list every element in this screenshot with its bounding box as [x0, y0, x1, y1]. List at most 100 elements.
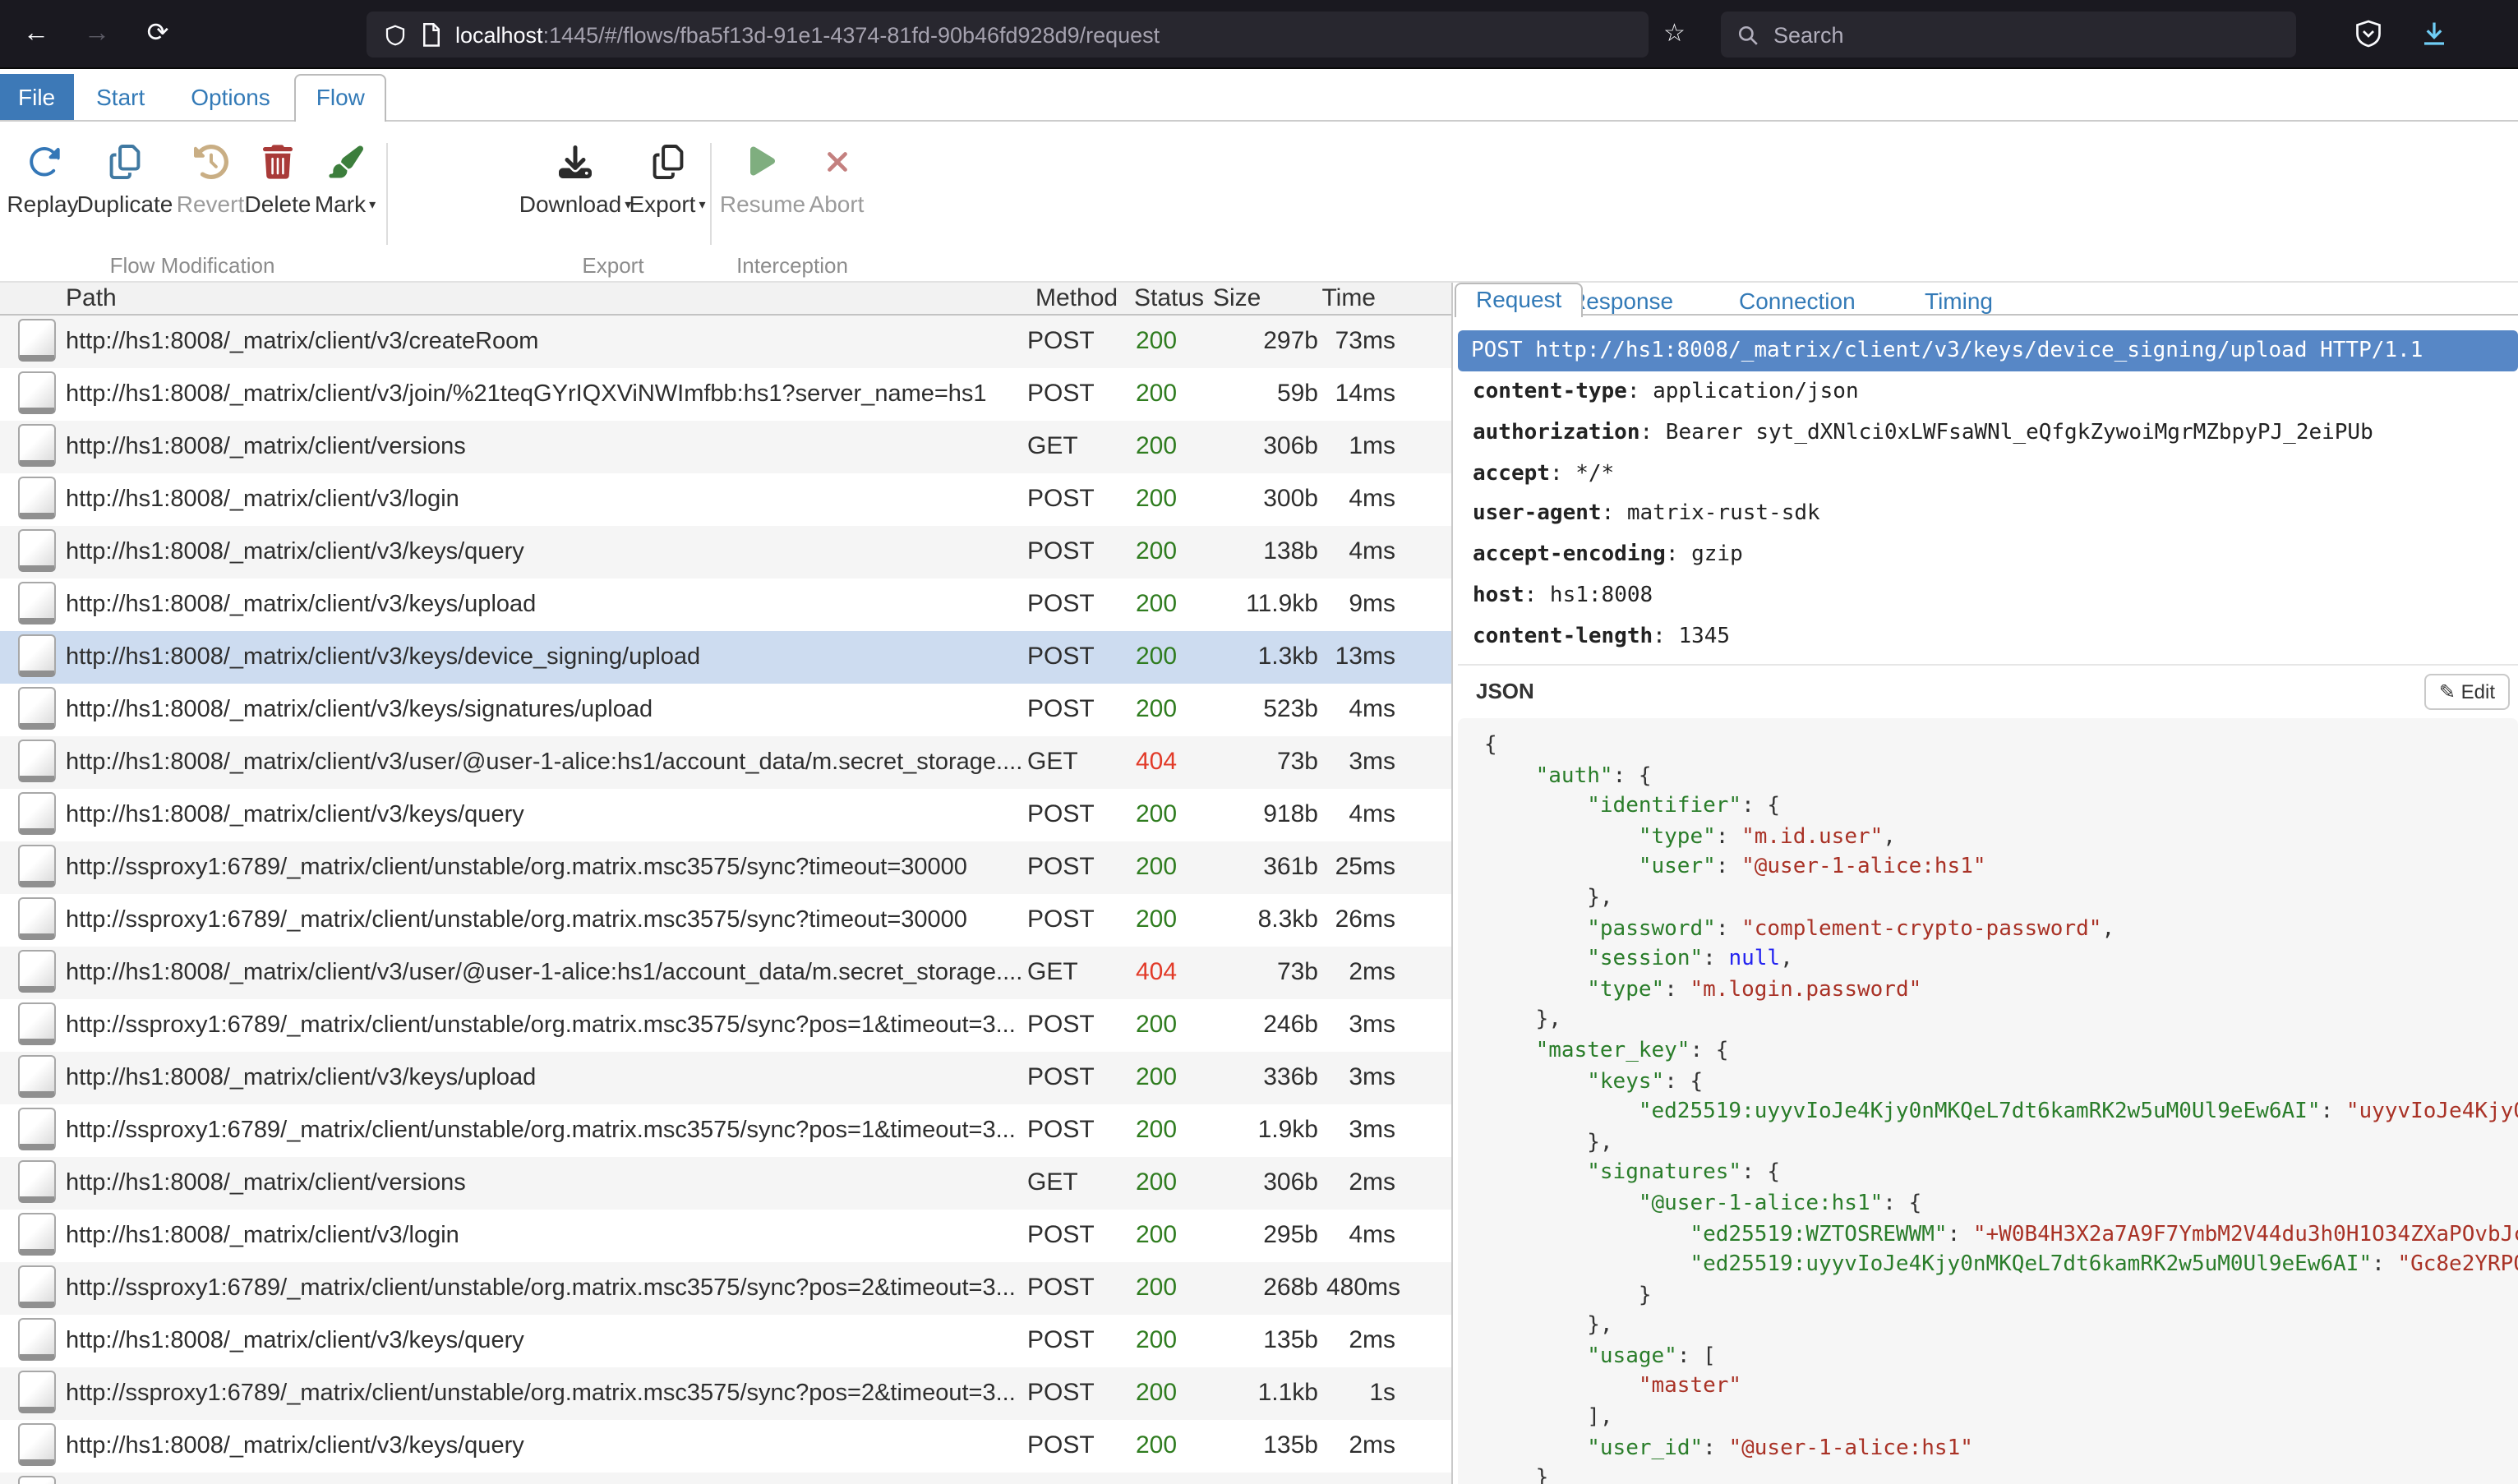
back-icon[interactable]: ←: [13, 0, 59, 69]
flow-path: http://hs1:8008/_matrix/client/v3/login: [66, 1210, 1024, 1262]
header-value: : Bearer syt_dXNlci0xLWFsaWNl_eQfgkZywoi…: [1640, 421, 2373, 445]
flow-row[interactable]: http://hs1:8008/_matrix/client/v3/create…: [0, 316, 1451, 368]
flow-doc-icon: [18, 897, 56, 940]
url-host: localhost: [455, 22, 543, 47]
flow-status: 200: [1136, 1262, 1177, 1315]
menu-start[interactable]: Start: [96, 74, 145, 120]
header-line: accept: */*: [1473, 454, 2518, 495]
flow-time: 2ms: [1326, 1315, 1395, 1367]
caret-down-icon: ▾: [369, 197, 376, 212]
abort-button[interactable]: Abort: [758, 143, 915, 217]
export-icon: [652, 143, 683, 179]
flow-row[interactable]: http://hs1:8008/_matrix/client/v3/keys/u…: [0, 578, 1451, 631]
column-header-path[interactable]: Path: [66, 283, 117, 314]
flow-row[interactable]: http://ssproxy1:6789/_matrix/client/unst…: [0, 1104, 1451, 1157]
downloads-icon[interactable]: [2419, 18, 2449, 58]
flow-row[interactable]: http://ssproxy1:6789/_matrix/client/unst…: [0, 999, 1451, 1052]
header-line: accept-encoding: gzip: [1473, 536, 2518, 577]
request-headers: content-type: application/jsonauthorizat…: [1473, 373, 2518, 658]
tab-request[interactable]: Request: [1455, 283, 1583, 317]
flow-row-partial[interactable]: [0, 1472, 1451, 1484]
flow-size: 1.1kb: [1216, 1367, 1318, 1420]
flow-size: 73b: [1216, 736, 1318, 789]
mark-label: Mark▾: [315, 191, 376, 217]
edit-icon: ✎: [2439, 680, 2456, 703]
flow-doc-icon: [18, 1476, 56, 1484]
flow-status: 200: [1136, 1420, 1177, 1472]
search-icon: [1737, 24, 1759, 45]
flow-size: 246b: [1216, 999, 1318, 1052]
json-line: "type": "m.id.user",: [1484, 823, 2518, 854]
flow-size: 523b: [1216, 684, 1318, 736]
header-line: authorization: Bearer syt_dXNlci0xLWFsaW…: [1473, 414, 2518, 455]
menu-options[interactable]: Options: [191, 74, 270, 120]
flow-row[interactable]: http://ssproxy1:6789/_matrix/client/unst…: [0, 841, 1451, 894]
flow-method: POST: [1027, 316, 1095, 368]
column-header-size[interactable]: Size: [1213, 283, 1261, 314]
column-header-status[interactable]: Status: [1134, 283, 1204, 314]
json-line: {: [1484, 731, 2518, 762]
reload-icon[interactable]: ⟳: [135, 0, 181, 69]
request-line[interactable]: POST http://hs1:8008/_matrix/client/v3/k…: [1458, 330, 2518, 371]
search-input[interactable]: [1770, 21, 2280, 48]
column-header-time[interactable]: Time: [1307, 283, 1376, 314]
header-value: : 1345: [1653, 624, 1730, 649]
flow-path: http://ssproxy1:6789/_matrix/client/unst…: [66, 999, 1024, 1052]
shield-check-icon[interactable]: [2354, 18, 2383, 58]
flow-row[interactable]: http://hs1:8008/_matrix/client/v3/loginP…: [0, 473, 1451, 526]
forward-icon[interactable]: →: [74, 0, 120, 69]
flow-doc-icon: [18, 371, 56, 414]
bookmark-star-icon[interactable]: ☆: [1663, 0, 1686, 69]
mark-button[interactable]: Mark▾: [266, 143, 424, 217]
tab-flow-active[interactable]: Flow: [295, 74, 386, 122]
search-bar[interactable]: [1721, 12, 2296, 58]
json-line: }: [1484, 1465, 2518, 1484]
url-bar[interactable]: localhost:1445/#/flows/fba5f13d-91e1-437…: [367, 12, 1649, 58]
flow-row[interactable]: http://ssproxy1:6789/_matrix/client/unst…: [0, 894, 1451, 947]
flow-row[interactable]: http://hs1:8008/_matrix/client/v3/keys/q…: [0, 526, 1451, 578]
flow-row[interactable]: http://ssproxy1:6789/_matrix/client/unst…: [0, 1262, 1451, 1315]
detail-tabs: Request Response Connection Timing: [1455, 283, 2518, 316]
flow-time: 4ms: [1326, 684, 1395, 736]
tab-connection[interactable]: Connection: [1739, 286, 1856, 316]
flow-row[interactable]: http://hs1:8008/_matrix/client/v3/keys/u…: [0, 1052, 1451, 1104]
flow-doc-icon: [18, 1265, 56, 1308]
flow-time: 73ms: [1326, 316, 1395, 368]
menu-file[interactable]: File: [0, 74, 73, 120]
flow-status: 200: [1136, 684, 1177, 736]
flow-row[interactable]: http://hs1:8008/_matrix/client/v3/keys/s…: [0, 684, 1451, 736]
flow-row[interactable]: http://hs1:8008/_matrix/client/v3/user/@…: [0, 736, 1451, 789]
column-header-method[interactable]: Method: [1035, 283, 1118, 314]
flow-path: http://ssproxy1:6789/_matrix/client/unst…: [66, 841, 1024, 894]
tab-response[interactable]: Response: [1570, 286, 1673, 316]
flow-status: 200: [1136, 1157, 1177, 1210]
flow-row[interactable]: http://ssproxy1:6789/_matrix/client/unst…: [0, 1367, 1451, 1420]
flow-row[interactable]: http://hs1:8008/_matrix/client/v3/keys/q…: [0, 1315, 1451, 1367]
flow-row[interactable]: http://hs1:8008/_matrix/client/versionsG…: [0, 1157, 1451, 1210]
flow-row[interactable]: http://hs1:8008/_matrix/client/v3/loginP…: [0, 1210, 1451, 1262]
flow-row[interactable]: http://hs1:8008/_matrix/client/v3/user/@…: [0, 947, 1451, 999]
flow-doc-icon: [18, 1213, 56, 1256]
flow-method: POST: [1027, 841, 1095, 894]
flow-method: POST: [1027, 999, 1095, 1052]
flow-row[interactable]: http://hs1:8008/_matrix/client/v3/keys/d…: [0, 631, 1451, 684]
flow-size: 11.9kb: [1216, 578, 1318, 631]
edit-button[interactable]: ✎ Edit: [2424, 674, 2510, 710]
flow-row[interactable]: http://hs1:8008/_matrix/client/v3/keys/q…: [0, 1420, 1451, 1472]
page-info-icon[interactable]: [421, 22, 442, 47]
flow-doc-icon: [18, 477, 56, 519]
tab-timing[interactable]: Timing: [1925, 286, 1993, 316]
mitmweb-app: ← → ⟳ localhost:1445/#/flows/fba5f13d-91…: [0, 0, 2518, 1484]
flow-size: 59b: [1216, 368, 1318, 421]
header-value: : hs1:8008: [1524, 583, 1653, 608]
flow-method: GET: [1027, 421, 1078, 473]
flow-status: 200: [1136, 631, 1177, 684]
flow-list: Path Method Status Size Time http://hs1:…: [0, 283, 1453, 1484]
flow-row[interactable]: http://hs1:8008/_matrix/client/v3/join/%…: [0, 368, 1451, 421]
shield-icon[interactable]: [383, 22, 408, 47]
json-line: "master": [1484, 1373, 2518, 1403]
json-body[interactable]: { "auth": { "identifier": { "type": "m.i…: [1458, 718, 2518, 1484]
flow-path: http://hs1:8008/_matrix/client/versions: [66, 421, 1024, 473]
flow-row[interactable]: http://hs1:8008/_matrix/client/v3/keys/q…: [0, 789, 1451, 841]
flow-row[interactable]: http://hs1:8008/_matrix/client/versionsG…: [0, 421, 1451, 473]
